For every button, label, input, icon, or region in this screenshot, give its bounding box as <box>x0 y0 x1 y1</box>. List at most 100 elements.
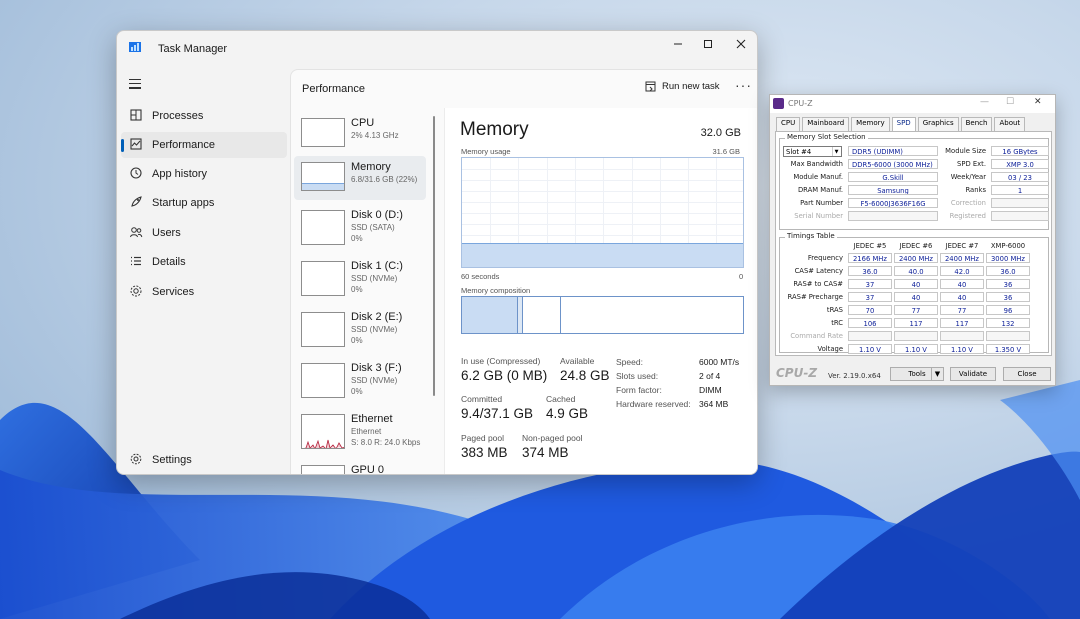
run-task-icon <box>645 81 656 92</box>
part-number-label: Part Number <box>800 199 843 207</box>
available-label: Available <box>560 356 595 366</box>
speed-value: 6000 MT/s <box>699 357 740 367</box>
maximize-button[interactable] <box>693 35 723 55</box>
tab-bench[interactable]: Bench <box>960 117 993 131</box>
slot-select[interactable]: Slot #4 ▼ <box>783 146 842 157</box>
perf-item-memory[interactable]: Memory 6.8/31.6 GB (22%) <box>294 156 426 200</box>
cached-label: Cached <box>546 394 576 404</box>
slots-used-value: 2 of 4 <box>699 371 721 381</box>
close-button-cpuz[interactable]: Close <box>1003 367 1051 381</box>
tab-graphics[interactable]: Graphics <box>917 117 959 131</box>
speed-label: Speed: <box>616 357 643 367</box>
nav-item-performance[interactable]: Performance <box>121 132 287 158</box>
timing-cell <box>986 331 1030 341</box>
tab-spd[interactable]: SPD <box>891 117 916 131</box>
perf-item-disk3[interactable]: Disk 3 (F:) SSD (NVMe) 0% <box>294 357 426 401</box>
correction-value <box>991 198 1049 208</box>
timing-cell: 3000 MHz <box>986 253 1030 263</box>
nav-item-processes[interactable]: Processes <box>121 103 287 129</box>
command-rate-label: Command Rate <box>790 332 843 340</box>
tab-memory[interactable]: Memory <box>851 117 890 131</box>
minimize-button[interactable] <box>663 35 693 55</box>
timing-cell <box>848 331 892 341</box>
timing-cell: 70 <box>848 305 892 315</box>
max-bandwidth-label: Max Bandwidth <box>790 160 843 168</box>
nav-item-details[interactable]: Details <box>121 249 287 275</box>
nav-label: Users <box>152 227 181 239</box>
disk2-thumbnail <box>301 312 345 347</box>
close-icon <box>736 39 746 49</box>
module-type-value: DDR5 (UDIMM) <box>848 146 938 156</box>
spd-ext-value: XMP 3.0 <box>991 159 1049 169</box>
timing-cell: 36 <box>986 292 1030 302</box>
run-new-task-button[interactable]: Run new task <box>645 81 720 92</box>
cpuz-title-bar[interactable]: CPU-Z — ☐ ✕ <box>770 95 1055 113</box>
perf-item-sub: SSD (NVMe) 0% <box>351 376 398 396</box>
timing-cell: 40 <box>940 292 984 302</box>
timing-cell: 36.0 <box>986 266 1030 276</box>
composition-in-use <box>462 297 518 333</box>
perf-item-sub: Ethernet S: 8.0 R: 24.0 Kbps <box>351 427 421 447</box>
nav-item-services[interactable]: Services <box>121 279 287 305</box>
validate-button[interactable]: Validate <box>950 367 996 381</box>
perf-item-gpu0[interactable]: GPU 0 <box>294 459 426 474</box>
timing-cell: 42.0 <box>940 266 984 276</box>
timing-cell: 40 <box>894 279 938 289</box>
app-history-icon <box>130 167 142 179</box>
perf-item-disk1[interactable]: Disk 1 (C:) SSD (NVMe) 0% <box>294 255 426 299</box>
tras-label: tRAS <box>826 306 843 314</box>
nav-item-settings[interactable]: Settings <box>121 447 287 473</box>
tools-dropdown-arrow-icon[interactable]: ▼ <box>931 367 944 381</box>
hamburger-menu-icon[interactable] <box>129 79 141 89</box>
cpuz-app-icon <box>773 98 784 109</box>
committed-label: Committed <box>461 394 503 404</box>
committed-value: 9.4/37.1 GB <box>461 406 534 421</box>
memory-detail-panel: Memory 32.0 GB Memory usage 31.6 GB 60 s… <box>444 108 757 474</box>
nav-item-users[interactable]: Users <box>121 220 287 246</box>
perf-item-disk2[interactable]: Disk 2 (E:) SSD (NVMe) 0% <box>294 306 426 350</box>
tab-cpu[interactable]: CPU <box>776 117 801 131</box>
processes-icon <box>130 109 142 121</box>
tab-about[interactable]: About <box>994 117 1026 131</box>
perf-item-name: Disk 3 (F:) <box>351 362 402 374</box>
ras-precharge-label: RAS# Precharge <box>787 293 843 301</box>
device-list-scrollbar[interactable] <box>433 116 435 396</box>
perf-item-ethernet[interactable]: Ethernet Ethernet S: 8.0 R: 24.0 Kbps <box>294 408 426 452</box>
week-year-value: 03 / 23 <box>991 172 1049 182</box>
form-factor-label: Form factor: <box>616 385 662 395</box>
timing-cell <box>894 331 938 341</box>
services-icon <box>130 285 142 297</box>
available-value: 24.8 GB <box>560 368 610 383</box>
cpuz-minimize-icon[interactable]: — <box>980 97 989 107</box>
paged-pool-value: 383 MB <box>461 445 508 460</box>
ethernet-thumbnail <box>301 414 345 449</box>
memory-title: Memory <box>460 119 529 140</box>
perf-item-disk0[interactable]: Disk 0 (D:) SSD (SATA) 0% <box>294 204 426 248</box>
nav-item-startup-apps[interactable]: Startup apps <box>121 190 287 216</box>
timing-cell: 117 <box>940 318 984 328</box>
timing-cell: 40.0 <box>894 266 938 276</box>
users-icon <box>130 227 143 238</box>
nav-item-app-history[interactable]: App history <box>121 161 287 187</box>
memory-usage-label: Memory usage <box>461 147 511 156</box>
nav-label: App history <box>152 168 208 180</box>
window-title: Task Manager <box>158 43 228 55</box>
ranks-value: 1 <box>991 185 1049 195</box>
more-options-button[interactable]: ··· <box>735 77 752 93</box>
ras-to-cas-label: RAS# to CAS# <box>793 280 843 288</box>
title-bar[interactable]: Task Manager <box>117 31 757 67</box>
timing-cell: 117 <box>894 318 938 328</box>
close-button[interactable] <box>726 35 756 55</box>
module-size-value: 16 GBytes <box>991 146 1049 156</box>
timing-cell: 2400 MHz <box>894 253 938 263</box>
cpuz-maximize-icon[interactable]: ☐ <box>1006 97 1014 107</box>
tab-mainboard[interactable]: Mainboard <box>802 117 850 131</box>
cpuz-close-icon[interactable]: ✕ <box>1034 97 1042 107</box>
perf-item-cpu[interactable]: CPU 2% 4.13 GHz <box>294 112 426 156</box>
timing-cell: 77 <box>894 305 938 315</box>
cpuz-tab-bar: CPU Mainboard Memory SPD Graphics Bench … <box>776 117 1026 131</box>
perf-item-sub: 2% 4.13 GHz <box>351 131 399 140</box>
active-indicator <box>121 139 124 152</box>
section-title: Performance <box>302 83 365 95</box>
serial-number-label: Serial Number <box>794 212 843 220</box>
